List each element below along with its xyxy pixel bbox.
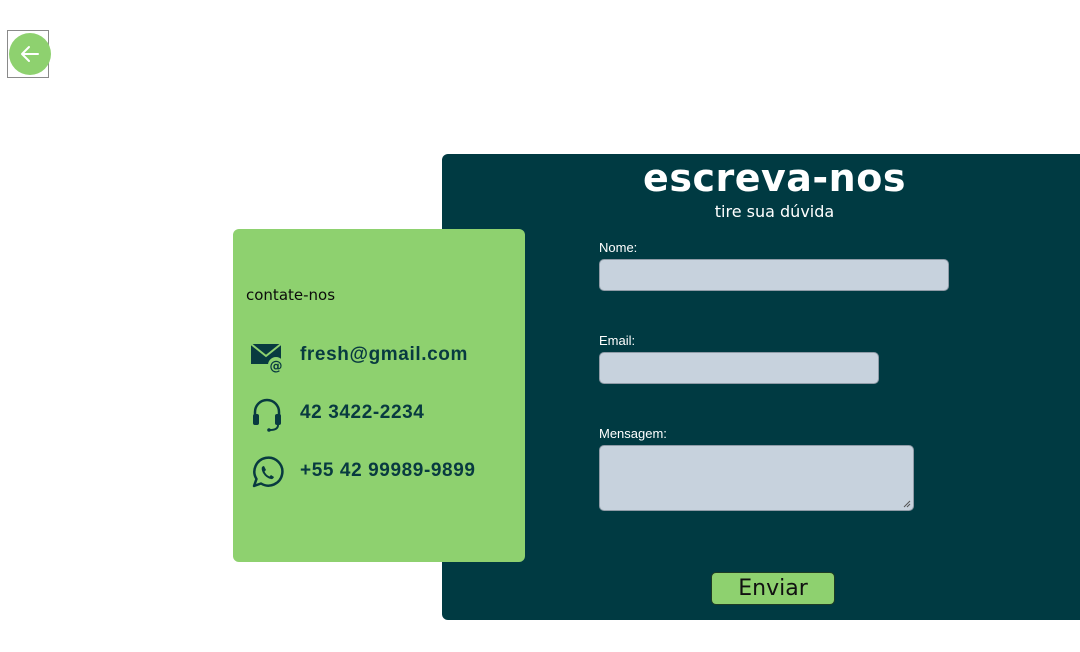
back-button-circle [9, 33, 51, 75]
email-input[interactable] [599, 352, 879, 384]
contact-phone-text: 42 3422-2234 [300, 402, 425, 423]
message-textarea[interactable] [599, 445, 914, 511]
contact-phone-row: 42 3422-2234 [249, 398, 519, 432]
form-title: escreva-nos [643, 156, 906, 200]
mail-at-icon: @ [250, 343, 284, 374]
contact-whatsapp-text: +55 42 99989-9899 [300, 460, 476, 481]
headset-icon [253, 398, 281, 432]
contact-email-text: fresh@gmail.com [300, 344, 468, 365]
back-button[interactable] [7, 30, 51, 78]
whatsapp-icon [252, 456, 284, 488]
contact-form-panel: escreva-nos tire sua dúvida Nome: Email:… [442, 154, 1080, 620]
arrow-left-icon [21, 46, 39, 62]
message-label: Mensagem: [599, 426, 667, 441]
send-button[interactable]: Enviar [711, 572, 835, 605]
contact-card: contate-nos @ fresh@gmail.com 42 3422-22… [233, 229, 525, 562]
name-label: Nome: [599, 240, 638, 255]
contact-email-row: @ fresh@gmail.com [249, 340, 519, 374]
contact-card-title: contate-nos [246, 286, 336, 304]
name-input[interactable] [599, 259, 949, 291]
email-label: Email: [599, 333, 636, 348]
svg-text:@: @ [270, 359, 283, 374]
resize-grip-icon[interactable] [902, 499, 911, 508]
contact-whatsapp-row: +55 42 99989-9899 [249, 456, 519, 490]
form-subtitle: tire sua dúvida [714, 202, 835, 221]
